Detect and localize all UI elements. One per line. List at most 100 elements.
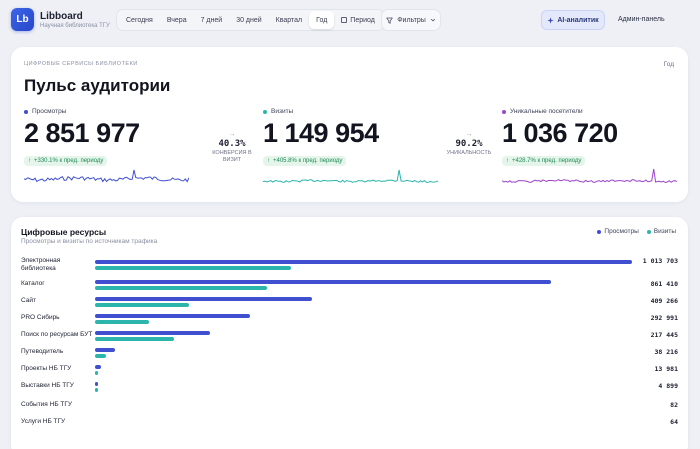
period-7days-button[interactable]: 7 дней [194, 11, 230, 29]
chevron-down-icon [430, 18, 435, 22]
legend-dot [646, 229, 651, 234]
uniqueness-value: 90.2% [455, 139, 483, 149]
visits-bar [95, 337, 175, 341]
legend-views: Просмотры [597, 228, 639, 235]
resource-label: PRO Сибирь [21, 314, 60, 321]
arrow-right-icon: → [228, 131, 236, 138]
arrow-up-icon: ↑ [28, 158, 31, 164]
section-title: Цифровые ресурсы [21, 227, 107, 237]
digital-resources-card: Цифровые ресурсы Просмотры и визиты по и… [11, 217, 688, 449]
arrow-right-icon: → [465, 131, 473, 138]
period-year-button[interactable]: Год [309, 11, 335, 29]
filters-button[interactable]: Фильтры [381, 9, 441, 31]
resource-row[interactable]: Проекты НБ ТГУ 13 981 [11, 365, 688, 382]
metric-label-text: Визиты [271, 108, 294, 115]
views-sparkline [24, 169, 189, 183]
resource-row[interactable]: Электронная библиотека 1 013 703 [11, 257, 688, 274]
unique-visitors-sparkline [502, 168, 677, 184]
period-30days-button[interactable]: 30 дней [229, 11, 268, 29]
legend-visits: Визиты [646, 228, 676, 235]
series-dot [263, 109, 267, 114]
audience-pulse-card: ЦИФРОВЫЕ СЕРВИСЫ БИБЛИОТЕКИ Год Пульс ау… [11, 47, 688, 202]
resource-value: 4 899 [658, 382, 678, 390]
ai-analyst-label: AI-аналитик [557, 16, 599, 24]
resource-label: Выставки НБ ТГУ [21, 382, 74, 389]
visits-bar [95, 303, 189, 307]
delta-badge: ↑ +405.8% к пред. периоду [263, 156, 347, 166]
sparkline-path [502, 168, 677, 184]
resource-value: 38 216 [654, 348, 678, 356]
resource-value: 409 266 [650, 297, 678, 305]
delta-badge: ↑ +330.1% к пред. периоду [24, 156, 108, 166]
views-bar [95, 260, 632, 264]
views-bar [95, 348, 116, 352]
views-bar [95, 297, 312, 301]
resource-row[interactable]: Выставки НБ ТГУ 4 899 [11, 382, 688, 399]
resource-value: 13 981 [654, 365, 678, 373]
admin-panel-link[interactable]: Админ-панель [618, 16, 665, 23]
resource-label: Услуги НБ ТГУ [21, 418, 66, 425]
period-yesterday-button[interactable]: Вчера [160, 11, 194, 29]
resource-row[interactable]: Поиск по ресурсам БУТ 217 445 [11, 331, 688, 348]
resource-value: 82 [670, 401, 678, 409]
ai-analyst-button[interactable]: AI-аналитик [541, 10, 605, 30]
series-dot [24, 109, 28, 114]
filter-icon [386, 17, 393, 24]
period-custom-button[interactable]: Период [334, 11, 382, 29]
metric-label-text: Просмотры [32, 108, 67, 115]
resource-row[interactable]: PRO Сибирь 292 991 [11, 314, 688, 331]
resource-label: События НБ ТГУ [21, 401, 73, 408]
visits-sparkline [263, 169, 438, 183]
visits-bar [95, 354, 106, 358]
page-title: Пульс аудитории [24, 76, 171, 95]
visits-bar [95, 266, 291, 270]
visits-bar [95, 320, 149, 324]
views-bar [95, 314, 251, 318]
top-bar: Lb Libboard Научная библиотека ТГУ Сегод… [0, 0, 700, 40]
resource-row[interactable]: Услуги НБ ТГУ 64 [11, 418, 688, 435]
resource-value: 292 991 [650, 314, 678, 322]
metric-label: Визиты [263, 108, 379, 115]
delta-badge: ↑ +428.7% к пред. периоду [502, 156, 586, 166]
views-bar [95, 280, 552, 284]
metric-label: Просмотры [24, 108, 140, 115]
resource-label: Путеводитель [21, 348, 64, 355]
views-bar [95, 365, 102, 369]
resource-row[interactable]: Каталог 861 410 [11, 280, 688, 297]
section-subtitle: Просмотры и визиты по источникам трафика [21, 238, 158, 245]
legend-label: Просмотры [604, 228, 639, 235]
delta-text: +428.7% к пред. периоду [512, 158, 582, 164]
resource-label: Каталог [21, 280, 45, 287]
period-custom-label: Период [350, 16, 375, 24]
resource-label: Поиск по ресурсам БУТ [21, 331, 93, 338]
resource-value: 861 410 [650, 280, 678, 288]
brand-subtitle: Научная библиотека ТГУ [40, 23, 110, 29]
conversion-indicator: → 40.3% КОНВЕРСИЯ В ВИЗИТ [207, 131, 257, 164]
views-bar [95, 382, 98, 386]
logo-badge[interactable]: Lb [11, 8, 34, 31]
resource-value: 1 013 703 [642, 257, 678, 265]
chart-legend: Просмотры Визиты [597, 228, 676, 235]
resource-row[interactable]: Сайт 409 266 [11, 297, 688, 314]
legend-label: Визиты [653, 228, 676, 235]
metric-label-text: Уникальные посетители [510, 108, 583, 115]
uniqueness-indicator: → 90.2% УНИКАЛЬНОСТЬ [444, 131, 494, 157]
resource-row[interactable]: Путеводитель 38 216 [11, 348, 688, 365]
period-quarter-button[interactable]: Квартал [269, 11, 309, 29]
metric-value: 1 036 720 [502, 118, 618, 148]
period-today-button[interactable]: Сегодня [119, 11, 160, 29]
resource-label: Электронная библиотека [21, 257, 61, 272]
resource-row[interactable]: События НБ ТГУ 82 [11, 401, 688, 418]
metric-label: Уникальные посетители [502, 108, 618, 115]
views-bar [95, 331, 211, 335]
delta-text: +405.8% к пред. периоду [273, 158, 343, 164]
conversion-label: КОНВЕРСИЯ В ВИЗИТ [212, 150, 252, 163]
metric-value: 2 851 977 [24, 118, 140, 148]
resource-label: Сайт [21, 297, 36, 304]
arrow-up-icon: ↑ [267, 158, 270, 164]
visits-bar [95, 388, 98, 392]
resource-value: 217 445 [650, 331, 678, 339]
metric-value: 1 149 954 [263, 118, 379, 148]
metric-visits: Визиты 1 149 954 ↑ +405.8% к пред. перио… [263, 108, 379, 167]
sparkle-icon [547, 16, 554, 24]
